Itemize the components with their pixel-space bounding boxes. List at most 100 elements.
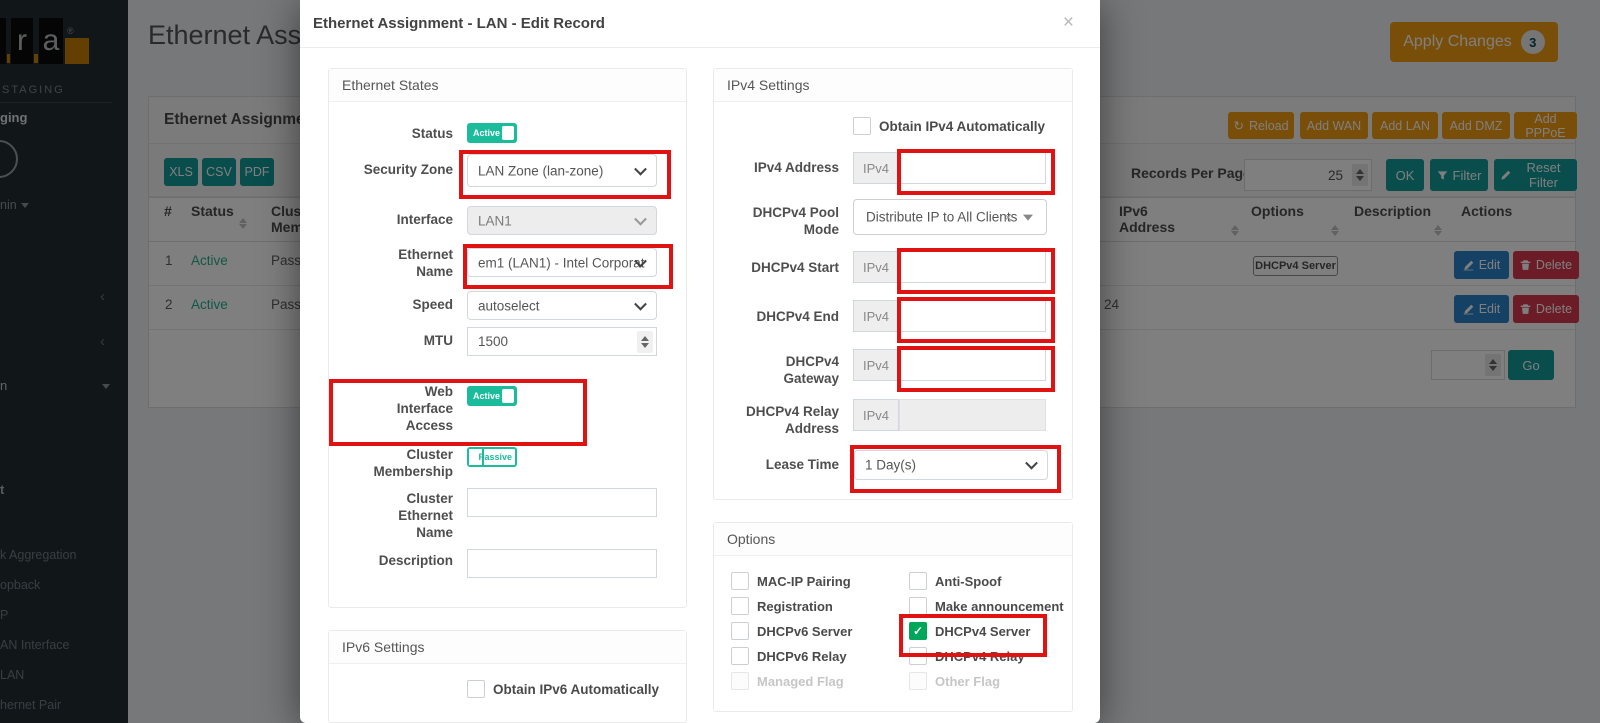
mtu-input[interactable] [468,328,656,355]
interface-select: LAN1 [467,206,657,235]
web-interface-access-toggle[interactable]: Active [467,386,517,406]
other-flag-checkbox [909,672,927,690]
ipv4-address-input[interactable] [900,153,1045,183]
section-header: Ethernet States [329,69,686,102]
dhcpv6-relay-label: DHCPv6 Relay [757,649,847,664]
cluster-membership-toggle[interactable]: Passive [467,447,517,467]
ipv4-addon: IPv4 [853,152,899,184]
security-zone-select[interactable]: LAN Zone (lan-zone) [467,154,657,187]
dhcpv4-server-checkbox[interactable]: ✓ [909,622,927,640]
section-header: IPv4 Settings [714,69,1072,102]
lease-time-value: 1 Day(s) [865,458,916,473]
lease-time-label: Lease Time [744,456,839,473]
dhcpv4-pool-mode-label: DHCPv4 Pool Mode [744,204,839,238]
ipv4-addon: IPv4 [853,349,899,381]
managed-flag-label: Managed Flag [757,674,844,689]
close-icon[interactable]: × [1057,11,1080,35]
security-zone-value: LAN Zone (lan-zone) [478,163,603,178]
ipv4-settings-box: IPv4 Settings Obtain IPv4 Automatically … [713,68,1073,500]
ethernet-states-box: Ethernet States Status Active Security Z… [328,68,687,608]
security-zone-label: Security Zone [329,161,453,178]
cluster-ethernet-name-input-wrap [467,488,657,517]
ipv4-addon: IPv4 [853,251,899,283]
dhcpv4-start-input-wrap [899,251,1046,283]
toggle-label: Passive [478,452,512,462]
registration-label: Registration [757,599,833,614]
dhcpv4-start-label: DHCPv4 Start [744,259,839,276]
dhcpv6-server-label: DHCPv6 Server [757,624,852,639]
dhcpv4-relay-label: DHCPv4 Relay [935,649,1025,664]
dhcpv4-gateway-input-wrap [899,349,1046,381]
ethernet-name-label: Ethernet Name [373,246,453,280]
section-header: IPv6 Settings [329,631,686,664]
dhcpv4-end-label: DHCPv4 End [744,308,839,325]
make-announcement-checkbox[interactable] [909,597,927,615]
status-label: Status [329,125,453,142]
ipv4-addon: IPv4 [853,399,899,431]
dhcpv4-relay-address-label: DHCPv4 Relay Address [744,403,839,437]
mtu-input-wrap [467,327,657,356]
anti-spoof-checkbox[interactable] [909,572,927,590]
registration-checkbox[interactable] [731,597,749,615]
lease-time-select[interactable]: 1 Day(s) [854,450,1048,480]
ethernet-name-select[interactable]: em1 (LAN1) - Intel Corporat [467,248,657,277]
dhcpv4-server-label: DHCPv4 Server [935,624,1030,639]
obtain-ipv4-checkbox[interactable] [853,117,871,135]
caret-down-icon [1023,215,1033,221]
pool-mode-value: Distribute IP to All Clients [866,210,1017,225]
description-input-wrap [467,549,657,578]
obtain-ipv4-label: Obtain IPv4 Automatically [879,119,1045,134]
toggle-label: Active [473,128,500,138]
speed-label: Speed [329,296,453,313]
speed-select[interactable]: autoselect [467,291,657,320]
section-title: IPv4 Settings [727,77,810,93]
ipv4-address-label: IPv4 Address [744,159,839,176]
dhcpv4-start-input[interactable] [900,252,1045,282]
make-announcement-label: Make announcement [935,599,1064,614]
toggle-knob [502,389,514,403]
interface-label: Interface [329,211,453,228]
edit-record-modal: Ethernet Assignment - LAN - Edit Record … [300,0,1100,723]
dhcpv4-relay-address-input [900,400,1045,430]
ipv6-settings-box: IPv6 Settings Obtain IPv6 Automatically [328,630,687,723]
toggle-knob [502,126,514,140]
ipv4-address-input-wrap [899,152,1046,184]
cluster-ethernet-name-label: Cluster Ethernet Name [383,490,453,541]
speed-value: autoselect [478,298,540,313]
anti-spoof-label: Anti-Spoof [935,574,1001,589]
modal-title: Ethernet Assignment - LAN - Edit Record [313,15,605,32]
description-input[interactable] [468,550,656,577]
app: r a ® STAGING ging nin ‹ ‹ n t k Aggrega… [0,0,1600,723]
dhcpv6-server-checkbox[interactable] [731,622,749,640]
obtain-ipv6-label: Obtain IPv6 Automatically [493,682,659,697]
section-title: Ethernet States [342,77,439,93]
number-stepper[interactable] [637,331,653,353]
chevron-down-icon [1025,457,1038,470]
web-interface-access-label: Web Interface Access [387,383,453,434]
managed-flag-checkbox [731,672,749,690]
section-title: Options [727,531,775,547]
dhcpv4-gateway-input[interactable] [900,350,1045,380]
cluster-membership-label: Cluster Membership [329,446,453,480]
toggle-label: Active [473,391,500,401]
cluster-ethernet-name-input[interactable] [468,489,656,516]
annotation-web-interface-access [329,379,587,446]
obtain-ipv6-checkbox[interactable] [467,680,485,698]
dhcpv4-pool-mode-select[interactable]: Distribute IP to All Clients × [853,199,1047,235]
ethernet-name-value: em1 (LAN1) - Intel Corporat [478,255,645,270]
section-title: IPv6 Settings [342,639,425,655]
interface-value: LAN1 [478,213,512,228]
options-box: Options MAC-IP Pairing Registration DHCP… [713,522,1073,712]
dhcpv4-end-input[interactable] [900,301,1045,331]
dhcpv4-relay-checkbox[interactable] [909,647,927,665]
ipv4-addon: IPv4 [853,300,899,332]
chevron-down-icon [634,162,647,175]
dhcpv6-relay-checkbox[interactable] [731,647,749,665]
dhcpv4-relay-address-input-wrap [899,399,1046,431]
chevron-down-icon [634,297,647,310]
clear-icon[interactable]: × [1004,209,1012,225]
mac-ip-pairing-checkbox[interactable] [731,572,749,590]
chevron-down-icon [634,212,647,225]
status-toggle[interactable]: Active [467,123,517,143]
other-flag-label: Other Flag [935,674,1000,689]
